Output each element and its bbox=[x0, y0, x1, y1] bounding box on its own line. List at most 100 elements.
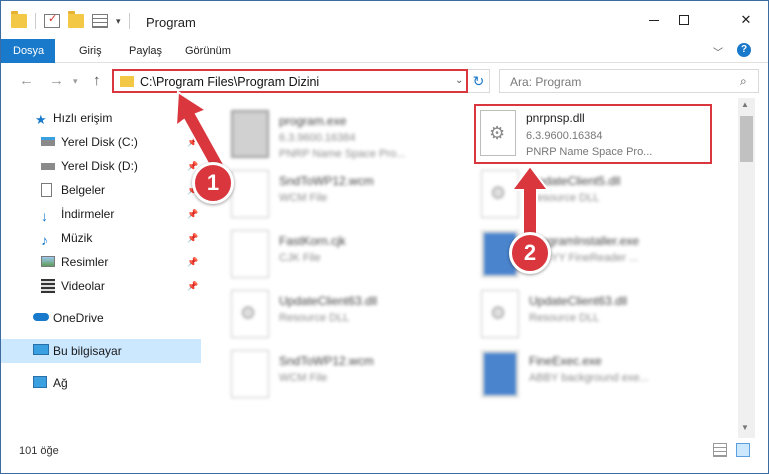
back-arrow-icon[interactable]: ← bbox=[19, 72, 34, 89]
sidebar-item-label: Müzik bbox=[61, 231, 93, 245]
sidebar-item-label: Yerel Disk (C:) bbox=[61, 135, 138, 149]
window-title: Program bbox=[146, 15, 196, 30]
sidebar-item-pictures[interactable]: Resimler 📌 bbox=[1, 250, 201, 274]
tab-share[interactable]: Paylaş bbox=[117, 39, 174, 63]
address-bar[interactable]: C:\Program Files\Program Dizini ⌄ bbox=[112, 69, 468, 93]
file-item[interactable]: UpdateClient63.dll Resource DLL bbox=[231, 290, 481, 350]
sidebar-item-onedrive[interactable]: OneDrive bbox=[1, 306, 201, 330]
properties-icon[interactable] bbox=[44, 12, 60, 28]
explorer-window: ▾ Program ✕ Dosya Giriş Paylaş Görünüm ﹀… bbox=[0, 0, 769, 474]
file-item[interactable]: SndToWP12.wcm WCM File bbox=[231, 350, 481, 410]
file-item[interactable]: UpdateClient5.dll Resource DLL bbox=[481, 170, 731, 230]
sidebar-item-label: OneDrive bbox=[53, 311, 104, 325]
pictures-icon bbox=[41, 256, 55, 267]
pin-icon[interactable]: 📌 bbox=[187, 257, 198, 268]
sidebar-item-this-pc[interactable]: Bu bilgisayar bbox=[1, 339, 201, 363]
quick-access-toolbar: ▾ bbox=[11, 11, 130, 29]
ribbon-tabs: Dosya Giriş Paylaş Görünüm ﹀ ? bbox=[1, 39, 768, 63]
close-icon: ✕ bbox=[740, 12, 752, 27]
sidebar-item-downloads[interactable]: ↓ İndirmeler 📌 bbox=[1, 202, 201, 226]
recent-locations-icon[interactable]: ▾ bbox=[73, 76, 78, 87]
up-arrow-icon[interactable]: ↑ bbox=[93, 72, 101, 89]
sidebar-item-local-disk-c[interactable]: Yerel Disk (C:) 📌 bbox=[1, 130, 201, 154]
video-icon bbox=[41, 279, 55, 293]
target-file-highlight[interactable]: pnrpnsp.dll 6.3.9600.16384 PNRP Name Spa… bbox=[474, 104, 712, 164]
file-name: FineExec.exe bbox=[529, 354, 602, 368]
file-type: Resource DLL bbox=[529, 312, 600, 324]
document-file-icon bbox=[231, 350, 269, 398]
file-version: 6.3.9600.16384 bbox=[526, 130, 603, 142]
scroll-down-icon[interactable]: ▼ bbox=[741, 423, 749, 432]
drive-icon bbox=[41, 137, 55, 146]
vertical-scrollbar[interactable]: ▲ ▼ bbox=[738, 98, 755, 438]
file-item[interactable]: UpdateClient63.dll Resource DLL bbox=[481, 290, 731, 350]
file-item[interactable]: FineExec.exe ABBY background exe... bbox=[481, 350, 731, 410]
sidebar-item-label: İndirmeler bbox=[61, 207, 115, 221]
file-item-pnrpnsp-dll[interactable]: pnrpnsp.dll 6.3.9600.16384 PNRP Name Spa… bbox=[480, 110, 730, 170]
view-options-icon[interactable] bbox=[92, 14, 108, 28]
maximize-icon bbox=[679, 15, 689, 25]
help-icon[interactable]: ? bbox=[737, 43, 751, 57]
tab-view[interactable]: Görünüm bbox=[173, 39, 243, 63]
file-type: Resource DLL bbox=[529, 192, 600, 204]
scroll-thumb[interactable] bbox=[740, 116, 753, 162]
folder-icon[interactable] bbox=[11, 11, 27, 28]
exe-file-icon bbox=[231, 110, 269, 158]
sidebar-item-label: Ağ bbox=[53, 376, 68, 390]
file-name: pnrpnsp.dll bbox=[526, 111, 585, 125]
sidebar-item-music[interactable]: ♪ Müzik 📌 bbox=[1, 226, 201, 250]
tiles-view-icon[interactable] bbox=[736, 443, 750, 457]
search-placeholder: Ara: Program bbox=[510, 75, 582, 89]
music-icon: ♪ bbox=[41, 231, 48, 248]
new-folder-icon[interactable] bbox=[68, 11, 84, 28]
forward-arrow-icon[interactable]: → bbox=[49, 72, 64, 89]
file-item[interactable]: SndToWP12.wcm WCM File bbox=[231, 170, 481, 230]
file-description: ABBY background exe... bbox=[529, 372, 649, 384]
sidebar-item-quick-access[interactable]: ★ Hızlı erişim bbox=[1, 106, 201, 130]
file-type: WCM File bbox=[279, 192, 328, 204]
refresh-icon: ↻ bbox=[472, 73, 485, 89]
chevron-down-icon[interactable]: ⌄ bbox=[455, 75, 463, 86]
navigation-bar: ← → ▾ ↑ C:\Program Files\Program Dizini … bbox=[1, 64, 768, 98]
details-view-icon[interactable] bbox=[713, 443, 727, 457]
address-path[interactable]: C:\Program Files\Program Dizini bbox=[140, 75, 319, 89]
file-name: UpdateClient5.dll bbox=[529, 174, 621, 188]
sidebar-item-label: Bu bilgisayar bbox=[53, 344, 122, 358]
scroll-up-icon[interactable]: ▲ bbox=[741, 100, 749, 109]
sidebar-item-videos[interactable]: Videolar 📌 bbox=[1, 274, 201, 298]
title-bar: ▾ Program ✕ bbox=[1, 1, 768, 39]
pin-icon[interactable]: 📌 bbox=[187, 137, 198, 148]
expand-ribbon-icon[interactable]: ﹀ bbox=[713, 44, 723, 59]
dll-file-icon bbox=[480, 110, 516, 156]
file-item[interactable]: FastKorn.cjk CJK File bbox=[231, 230, 481, 290]
callout-badge-2: 2 bbox=[509, 232, 551, 274]
search-icon[interactable]: ⌕ bbox=[740, 74, 747, 89]
exe-file-icon bbox=[481, 350, 519, 398]
close-button[interactable]: ✕ bbox=[723, 1, 768, 39]
customize-toolbar-icon[interactable]: ▾ bbox=[116, 16, 121, 27]
refresh-button[interactable]: ↻ bbox=[468, 69, 490, 93]
minimize-icon bbox=[649, 19, 659, 21]
file-type: WCM File bbox=[279, 372, 328, 384]
search-input[interactable]: Ara: Program ⌕ bbox=[499, 69, 759, 93]
pin-icon[interactable]: 📌 bbox=[187, 233, 198, 244]
file-description: PNRP Name Space Pro... bbox=[279, 148, 406, 160]
sidebar-item-network[interactable]: Ağ bbox=[1, 371, 201, 395]
folder-icon bbox=[120, 76, 134, 87]
sidebar-item-local-disk-d[interactable]: Yerel Disk (D:) 📌 bbox=[1, 154, 201, 178]
file-name: UpdateClient63.dll bbox=[279, 294, 378, 308]
tab-home[interactable]: Giriş bbox=[67, 39, 114, 63]
sidebar-item-documents[interactable]: Belgeler 📌 bbox=[1, 178, 201, 202]
dll-file-icon bbox=[481, 290, 519, 338]
dll-file-icon bbox=[231, 290, 269, 338]
file-type: CJK File bbox=[279, 252, 321, 264]
cloud-icon bbox=[33, 313, 49, 321]
pin-icon[interactable]: 📌 bbox=[187, 209, 198, 220]
pin-icon[interactable]: 📌 bbox=[187, 281, 198, 292]
tab-file[interactable]: Dosya bbox=[1, 39, 55, 63]
maximize-button[interactable] bbox=[661, 1, 707, 39]
file-item[interactable]: program.exe 6.3.9600.16384 PNRP Name Spa… bbox=[231, 110, 481, 170]
file-name: SndToWP12.wcm bbox=[279, 174, 374, 188]
navigation-pane: ★ Hızlı erişim Yerel Disk (C:) 📌 Yerel D… bbox=[1, 101, 206, 435]
dll-file-icon bbox=[481, 170, 519, 218]
